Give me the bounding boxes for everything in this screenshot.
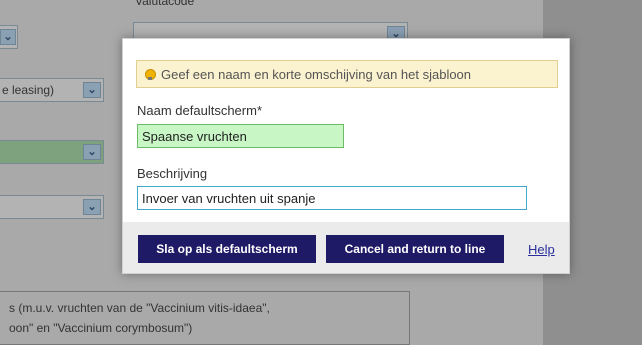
lightbulb-icon bbox=[145, 68, 156, 80]
chevron-down-icon: ⌄ bbox=[0, 29, 16, 45]
dialog-footer: Sla op als defaultscherm Cancel and retu… bbox=[123, 222, 569, 273]
cancel-return-button[interactable]: Cancel and return to line bbox=[326, 235, 504, 263]
description-line-1: s (m.u.v. vruchten van de "Vaccinium vit… bbox=[9, 301, 270, 315]
name-field[interactable] bbox=[137, 124, 344, 148]
valutacode-label: Valutacode bbox=[135, 0, 195, 8]
product-description-textarea[interactable]: s (m.u.v. vruchten van de "Vaccinium vit… bbox=[0, 291, 410, 345]
save-default-screen-dialog: Geef een naam en korte omschijving van h… bbox=[122, 38, 570, 274]
green-select[interactable]: ⌄ bbox=[0, 140, 104, 164]
save-as-default-button[interactable]: Sla op als defaultscherm bbox=[138, 235, 316, 263]
chevron-down-icon: ⌄ bbox=[83, 82, 101, 98]
chevron-down-icon: ⌄ bbox=[83, 199, 101, 215]
help-link[interactable]: Help bbox=[528, 242, 555, 257]
name-field-label: Naam defaultscherm* bbox=[137, 103, 262, 118]
left-stub-select[interactable]: ⌄ bbox=[0, 25, 18, 49]
chevron-down-icon: ⌄ bbox=[83, 144, 101, 160]
leasing-select-value: e leasing) bbox=[2, 83, 55, 97]
description-field-label: Beschrijving bbox=[137, 166, 208, 181]
description-field[interactable] bbox=[137, 186, 527, 210]
leasing-select[interactable]: e leasing) ⌄ bbox=[0, 78, 104, 102]
description-line-2: oon" en "Vaccinium corymbosum") bbox=[9, 321, 193, 335]
hint-text: Geef een naam en korte omschijving van h… bbox=[161, 66, 472, 82]
hint-box: Geef een naam en korte omschijving van h… bbox=[136, 60, 558, 88]
plain-select[interactable]: ⌄ bbox=[0, 195, 104, 219]
